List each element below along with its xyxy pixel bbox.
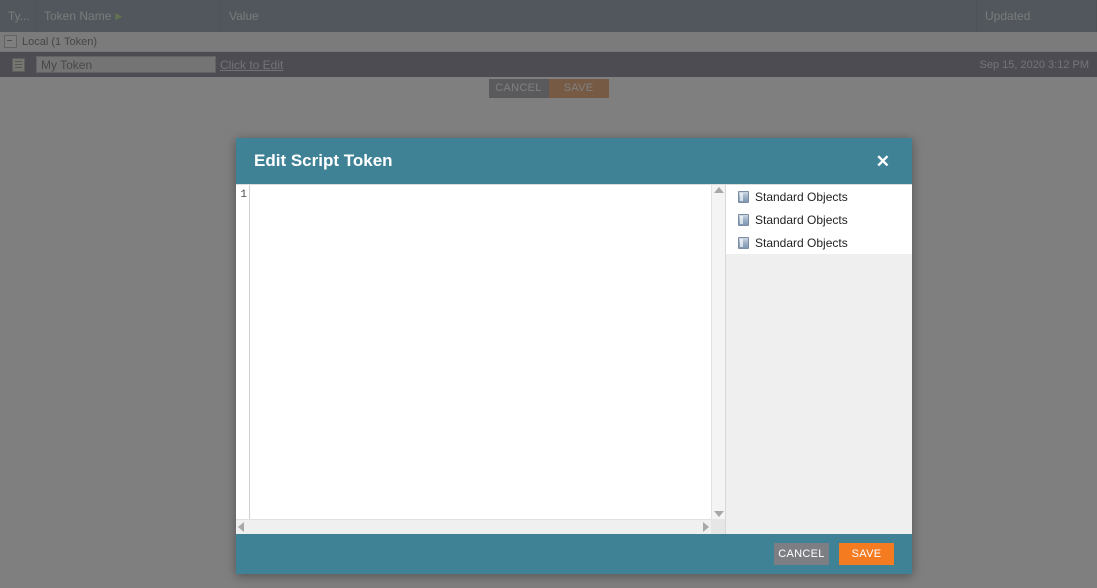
standard-objects-icon — [738, 236, 749, 249]
list-item[interactable]: Standard Objects — [726, 231, 912, 254]
standard-objects-list: Standard Objects Standard Objects Standa… — [726, 185, 912, 254]
dialog-body: 1 Standard Objects Standard Objects Stan… — [236, 184, 912, 534]
editor-horizontal-scrollbar[interactable] — [236, 519, 711, 534]
scrollbar-corner — [711, 519, 725, 534]
standard-objects-icon — [738, 190, 749, 203]
scroll-down-arrow-icon[interactable] — [713, 511, 724, 517]
list-item-label: Standard Objects — [755, 189, 848, 204]
scroll-right-arrow-icon[interactable] — [703, 522, 709, 532]
standard-objects-icon — [738, 213, 749, 226]
cancel-button[interactable]: CANCEL — [774, 543, 829, 565]
list-item-label: Standard Objects — [755, 235, 848, 250]
close-icon[interactable]: ✕ — [870, 149, 896, 174]
editor-vertical-scrollbar[interactable] — [711, 185, 725, 519]
save-button[interactable]: SAVE — [839, 543, 894, 565]
list-item[interactable]: Standard Objects — [726, 208, 912, 231]
edit-script-token-dialog: Edit Script Token ✕ 1 Standard Objects S… — [236, 138, 912, 574]
editor-line-number-gutter: 1 — [236, 185, 250, 519]
list-item-label: Standard Objects — [755, 212, 848, 227]
script-editor-main: 1 — [236, 185, 725, 519]
list-item[interactable]: Standard Objects — [726, 185, 912, 208]
line-number: 1 — [240, 189, 247, 201]
standard-objects-panel: Standard Objects Standard Objects Standa… — [725, 184, 912, 534]
dialog-header: Edit Script Token ✕ — [236, 138, 912, 184]
script-editor: 1 — [236, 184, 725, 534]
script-code-input[interactable] — [250, 185, 711, 519]
dialog-footer: CANCEL SAVE — [236, 534, 912, 574]
scroll-up-arrow-icon[interactable] — [713, 187, 724, 193]
dialog-title: Edit Script Token — [254, 151, 393, 170]
editor-bottom-bar — [236, 519, 725, 534]
scroll-left-arrow-icon[interactable] — [238, 522, 244, 532]
